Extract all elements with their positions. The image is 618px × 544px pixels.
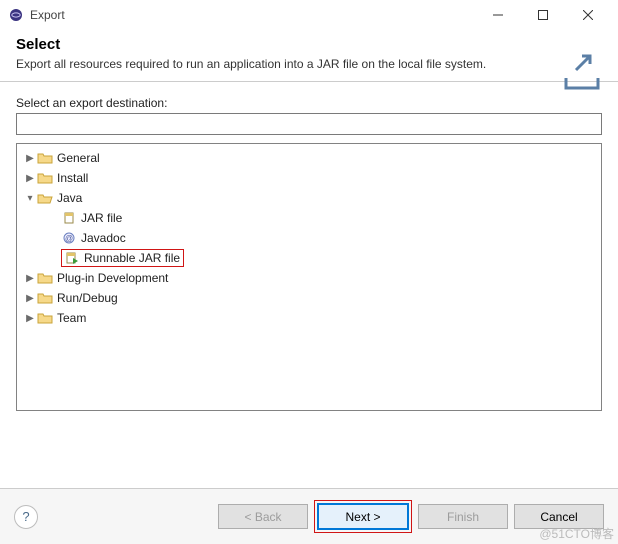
tree-item-label: Runnable JAR file bbox=[84, 251, 180, 265]
tree-item-plugin-dev[interactable]: ▶ Plug-in Development bbox=[19, 268, 599, 288]
chevron-down-icon[interactable]: ▾ bbox=[23, 193, 37, 204]
tree-item-javadoc[interactable]: @ Javadoc bbox=[19, 228, 599, 248]
tree-item-label: Team bbox=[57, 311, 86, 325]
back-button-label: < Back bbox=[244, 510, 281, 524]
jar-icon bbox=[61, 210, 77, 226]
chevron-right-icon[interactable]: ▶ bbox=[23, 313, 37, 324]
chevron-right-icon[interactable]: ▶ bbox=[23, 273, 37, 284]
window-title: Export bbox=[30, 8, 65, 22]
watermark: @51CTO博客 bbox=[539, 525, 614, 542]
wizard-footer: ? < Back Next > Finish Cancel bbox=[0, 488, 618, 544]
tree-item-run-debug[interactable]: ▶ Run/Debug bbox=[19, 288, 599, 308]
chevron-right-icon[interactable]: ▶ bbox=[23, 153, 37, 164]
folder-icon bbox=[37, 170, 53, 186]
tree-item-general[interactable]: ▶ General bbox=[19, 148, 599, 168]
folder-icon bbox=[37, 270, 53, 286]
tree-item-team[interactable]: ▶ Team bbox=[19, 308, 599, 328]
next-button[interactable]: Next > bbox=[318, 504, 408, 529]
folder-icon bbox=[37, 150, 53, 166]
filter-input[interactable] bbox=[16, 113, 602, 135]
close-button[interactable] bbox=[565, 1, 610, 29]
tree-item-label: Install bbox=[57, 171, 88, 185]
page-title: Select bbox=[16, 36, 602, 53]
export-tree[interactable]: ▶ General ▶ Install ▾ Java JAR f bbox=[16, 143, 602, 411]
tree-item-label: Run/Debug bbox=[57, 291, 118, 305]
tree-item-label: General bbox=[57, 151, 100, 165]
help-icon: ? bbox=[22, 509, 29, 524]
finish-button[interactable]: Finish bbox=[418, 504, 508, 529]
svg-text:@: @ bbox=[65, 234, 73, 243]
wizard-header: Select Export all resources required to … bbox=[0, 30, 618, 82]
eclipse-icon bbox=[8, 7, 24, 23]
help-button[interactable]: ? bbox=[14, 505, 38, 529]
folder-icon bbox=[37, 310, 53, 326]
back-button[interactable]: < Back bbox=[218, 504, 308, 529]
tree-item-runnable-jar[interactable]: Runnable JAR file bbox=[19, 248, 599, 268]
wizard-body: Select an export destination: ▶ General … bbox=[0, 82, 618, 417]
page-description: Export all resources required to run an … bbox=[16, 57, 602, 71]
export-icon bbox=[560, 50, 604, 97]
cancel-button-label: Cancel bbox=[540, 510, 577, 524]
javadoc-icon: @ bbox=[61, 230, 77, 246]
maximize-button[interactable] bbox=[520, 1, 565, 29]
tree-item-install[interactable]: ▶ Install bbox=[19, 168, 599, 188]
filter-label: Select an export destination: bbox=[16, 96, 602, 110]
selection-highlight: Runnable JAR file bbox=[61, 249, 184, 267]
finish-button-label: Finish bbox=[447, 510, 479, 524]
tree-item-label: Java bbox=[57, 191, 82, 205]
folder-open-icon bbox=[37, 190, 53, 206]
chevron-right-icon[interactable]: ▶ bbox=[23, 293, 37, 304]
runnable-jar-icon bbox=[64, 250, 80, 266]
next-button-highlight: Next > bbox=[314, 500, 412, 533]
tree-item-java[interactable]: ▾ Java bbox=[19, 188, 599, 208]
tree-item-jar-file[interactable]: JAR file bbox=[19, 208, 599, 228]
minimize-button[interactable] bbox=[475, 1, 520, 29]
chevron-right-icon[interactable]: ▶ bbox=[23, 173, 37, 184]
tree-item-label: Plug-in Development bbox=[57, 271, 168, 285]
tree-item-label: JAR file bbox=[81, 211, 122, 225]
titlebar: Export bbox=[0, 0, 618, 30]
folder-icon bbox=[37, 290, 53, 306]
next-button-label: Next > bbox=[345, 510, 380, 524]
tree-item-label: Javadoc bbox=[81, 231, 126, 245]
